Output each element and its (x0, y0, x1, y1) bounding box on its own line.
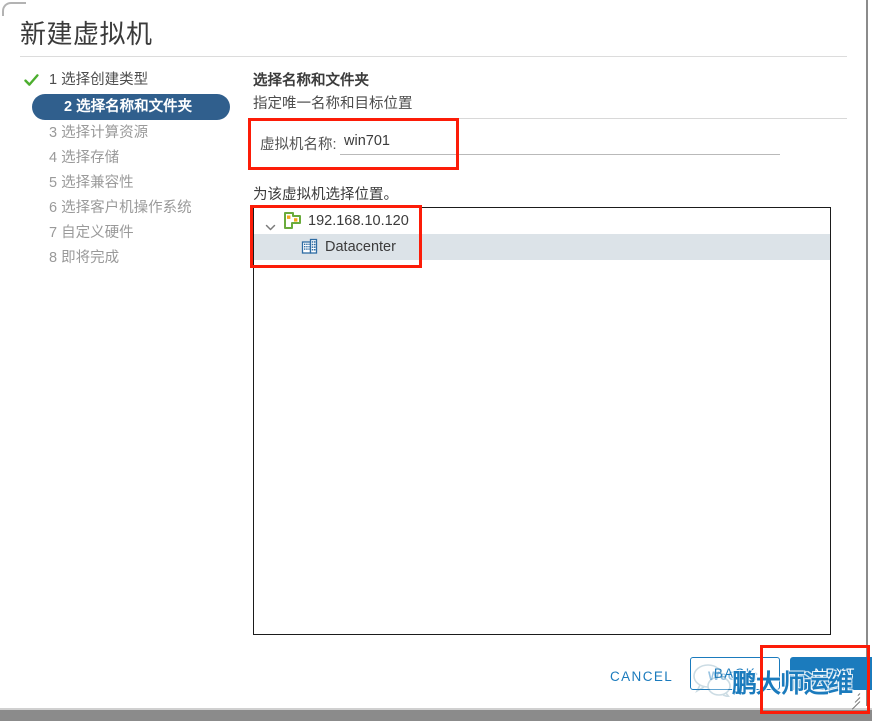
step-ready-to-complete[interactable]: 8 即将完成 (16, 246, 242, 271)
chevron-down-icon[interactable] (265, 216, 276, 231)
tree-node-label: Datacenter (325, 239, 396, 255)
step-label: 选择计算资源 (61, 125, 149, 141)
step-select-name-and-folder[interactable]: 2 选择名称和文件夹 (32, 94, 230, 120)
wizard-steps-list: 1 选择创建类型 2 选择名称和文件夹 3 选择计算资源 4 选择存储 5 选择兼容性 6 选择客户机… (16, 68, 242, 271)
datacenter-icon (301, 238, 318, 255)
step-label: 即将完成 (61, 250, 120, 266)
title-divider (20, 56, 847, 57)
step-select-compatibility[interactable]: 5 选择兼容性 (16, 171, 242, 196)
step-number: 8 (49, 250, 58, 266)
vcenter-icon (284, 212, 301, 229)
tree-node[interactable]: 192.168.10.120 (254, 208, 830, 234)
step-select-storage[interactable]: 4 选择存储 (16, 146, 242, 171)
window-frame-right-edge (866, 0, 868, 706)
pane-divider (253, 118, 847, 119)
vm-name-input[interactable] (340, 130, 780, 155)
pane-subtitle: 指定唯一名称和目标位置 (253, 96, 413, 112)
step-number: 6 (49, 200, 58, 216)
pane-title: 选择名称和文件夹 (253, 73, 369, 89)
step-select-creation-type[interactable]: 1 选择创建类型 (16, 68, 242, 93)
vm-name-label: 虚拟机名称: (260, 137, 337, 153)
step-label: 选择兼容性 (61, 175, 134, 191)
step-label: 选择存储 (61, 150, 120, 166)
step-label: 选择客户机操作系统 (61, 200, 192, 216)
tree-node-label: 192.168.10.120 (308, 213, 409, 229)
step-number: 3 (49, 125, 58, 141)
step-number: 4 (49, 150, 58, 166)
step-customize-hardware[interactable]: 7 自定义硬件 (16, 221, 242, 246)
inventory-tree-panel[interactable]: 192.168.10.120 Datacenter (253, 207, 831, 635)
step-label: 自定义硬件 (61, 225, 134, 241)
step-label: 选择名称和文件夹 (76, 99, 193, 115)
back-button[interactable]: BACK (690, 657, 780, 690)
step-select-guest-os[interactable]: 6 选择客户机操作系统 (16, 196, 242, 221)
select-location-label: 为该虚拟机选择位置。 (253, 187, 398, 203)
new-vm-wizard-dialog: 新建虚拟机 1 选择创建类型 2 选择名称和文件夹 3 选择计算资源 4 选择存储 5 选择兼容性… (0, 0, 872, 721)
step-number: 7 (49, 225, 58, 241)
page-title: 新建虚拟机 (20, 19, 153, 49)
step-label: 选择创建类型 (61, 72, 149, 88)
step-number: 2 (64, 99, 73, 115)
cancel-button[interactable]: CANCEL (604, 665, 679, 688)
resize-handle[interactable] (848, 691, 861, 710)
step-number: 1 (49, 72, 58, 88)
window-frame-bottom-edge (0, 710, 872, 721)
next-button[interactable]: NEXT (790, 657, 872, 690)
step-number: 5 (49, 175, 58, 191)
tree-node[interactable]: Datacenter (254, 234, 830, 260)
step-select-compute-resource[interactable]: 3 选择计算资源 (16, 121, 242, 146)
check-icon (24, 72, 39, 87)
